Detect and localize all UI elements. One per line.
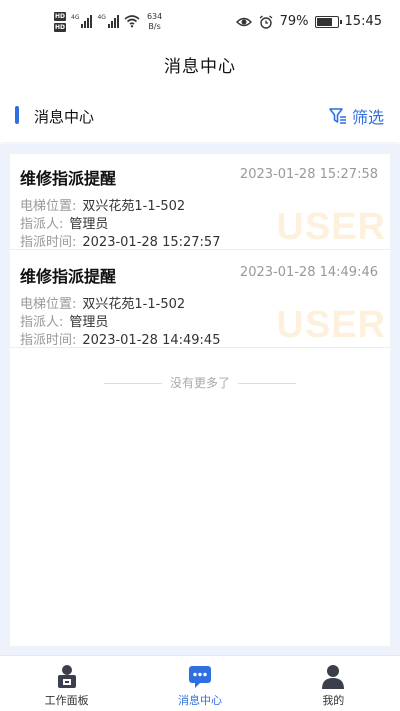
message-icon — [188, 666, 211, 688]
elevator-location-value: 双兴花苑1-1-502 — [82, 199, 186, 214]
alarm-icon — [259, 14, 273, 29]
elevator-location-value: 双兴花苑1-1-502 — [82, 297, 186, 312]
assignee: 指派人: 管理员 — [20, 314, 108, 332]
signal-icon-2: 4G — [97, 14, 119, 28]
section-header: 消息中心 筛选 — [0, 92, 400, 142]
workbench-icon — [57, 665, 76, 688]
wifi-icon — [124, 15, 140, 28]
no-more-text: 没有更多了 — [169, 376, 230, 390]
assignee: 指派人: 管理员 — [20, 216, 108, 234]
message-title: 维修指派提醒 — [20, 169, 117, 188]
filter-label: 筛选 — [351, 108, 384, 127]
signal-icon-1: 4G — [71, 14, 93, 28]
eye-icon — [235, 17, 252, 26]
user-watermark: USER — [276, 304, 386, 346]
hd-badges: HD HD — [54, 12, 67, 32]
assign-time-label: 指派时间: — [20, 235, 77, 250]
assignee-label: 指派人: — [20, 315, 64, 330]
assignee-label: 指派人: — [20, 217, 64, 232]
signal-label-1: 4G — [71, 14, 80, 21]
nav-item-mine[interactable]: 我的 — [267, 656, 400, 711]
message-list[interactable]: USER 维修指派提醒 2023-01-28 15:27:58 电梯位置: 双兴花… — [10, 154, 390, 646]
assign-time-value: 2023-01-28 15:27:57 — [82, 235, 221, 250]
message-list-area: USER 维修指派提醒 2023-01-28 15:27:58 电梯位置: 双兴花… — [0, 144, 400, 655]
elevator-location: 电梯位置: 双兴花苑1-1-502 — [20, 296, 185, 314]
status-time: 15:45 — [344, 14, 382, 29]
signal-label-2: 4G — [97, 14, 106, 21]
elevator-location-label: 电梯位置: — [20, 199, 77, 214]
assignee-value: 管理员 — [69, 315, 109, 330]
status-bar-right: 79% 15:45 — [235, 14, 382, 29]
nav-label-mine: 我的 — [322, 694, 345, 707]
net-speed: 634 B/s — [147, 12, 162, 32]
hd-badge-1: HD — [54, 12, 67, 21]
user-icon — [322, 665, 345, 689]
status-bar: HD HD 4G 4G 634 B/s 79% 15:45 — [0, 0, 400, 46]
assign-time: 指派时间: 2023-01-28 14:49:45 — [20, 332, 221, 348]
no-more-indicator: 没有更多了 — [10, 374, 390, 391]
message-card[interactable]: USER 维修指派提醒 2023-01-28 15:27:58 电梯位置: 双兴花… — [10, 154, 390, 250]
nav-label-messages: 消息中心 — [177, 694, 222, 707]
assign-time-label: 指派时间: — [20, 333, 77, 348]
message-time: 2023-01-28 14:49:46 — [239, 265, 378, 280]
battery-percent: 79% — [279, 14, 309, 29]
net-speed-value: 634 — [146, 12, 163, 21]
assignee-value: 管理员 — [69, 217, 109, 232]
battery-icon — [314, 15, 342, 28]
section-accent-bar — [15, 106, 19, 124]
nav-label-workbench: 工作面板 — [44, 694, 89, 707]
elevator-location: 电梯位置: 双兴花苑1-1-502 — [20, 198, 185, 216]
user-watermark: USER — [276, 206, 386, 248]
page-title: 消息中心 — [164, 57, 236, 77]
filter-icon — [329, 108, 346, 124]
message-time: 2023-01-28 15:27:58 — [239, 167, 378, 182]
assign-time-value: 2023-01-28 14:49:45 — [82, 333, 221, 348]
divider-left — [103, 383, 162, 384]
section-title: 消息中心 — [34, 108, 95, 126]
status-bar-left: HD HD 4G 4G 634 B/s — [54, 12, 162, 32]
hd-badge-2: HD — [54, 23, 67, 32]
divider-right — [238, 383, 296, 384]
elevator-location-label: 电梯位置: — [20, 297, 77, 312]
nav-item-messages[interactable]: 消息中心 — [133, 656, 266, 711]
nav-item-workbench[interactable]: 工作面板 — [0, 656, 133, 711]
net-speed-unit: B/s — [148, 22, 161, 31]
message-title: 维修指派提醒 — [20, 267, 117, 286]
assign-time: 指派时间: 2023-01-28 15:27:57 — [20, 234, 221, 250]
filter-button[interactable]: 筛选 — [328, 104, 384, 128]
bottom-nav: 工作面板 消息中心 我的 — [0, 655, 400, 711]
message-card[interactable]: USER 维修指派提醒 2023-01-28 14:49:46 电梯位置: 双兴花… — [10, 252, 390, 348]
